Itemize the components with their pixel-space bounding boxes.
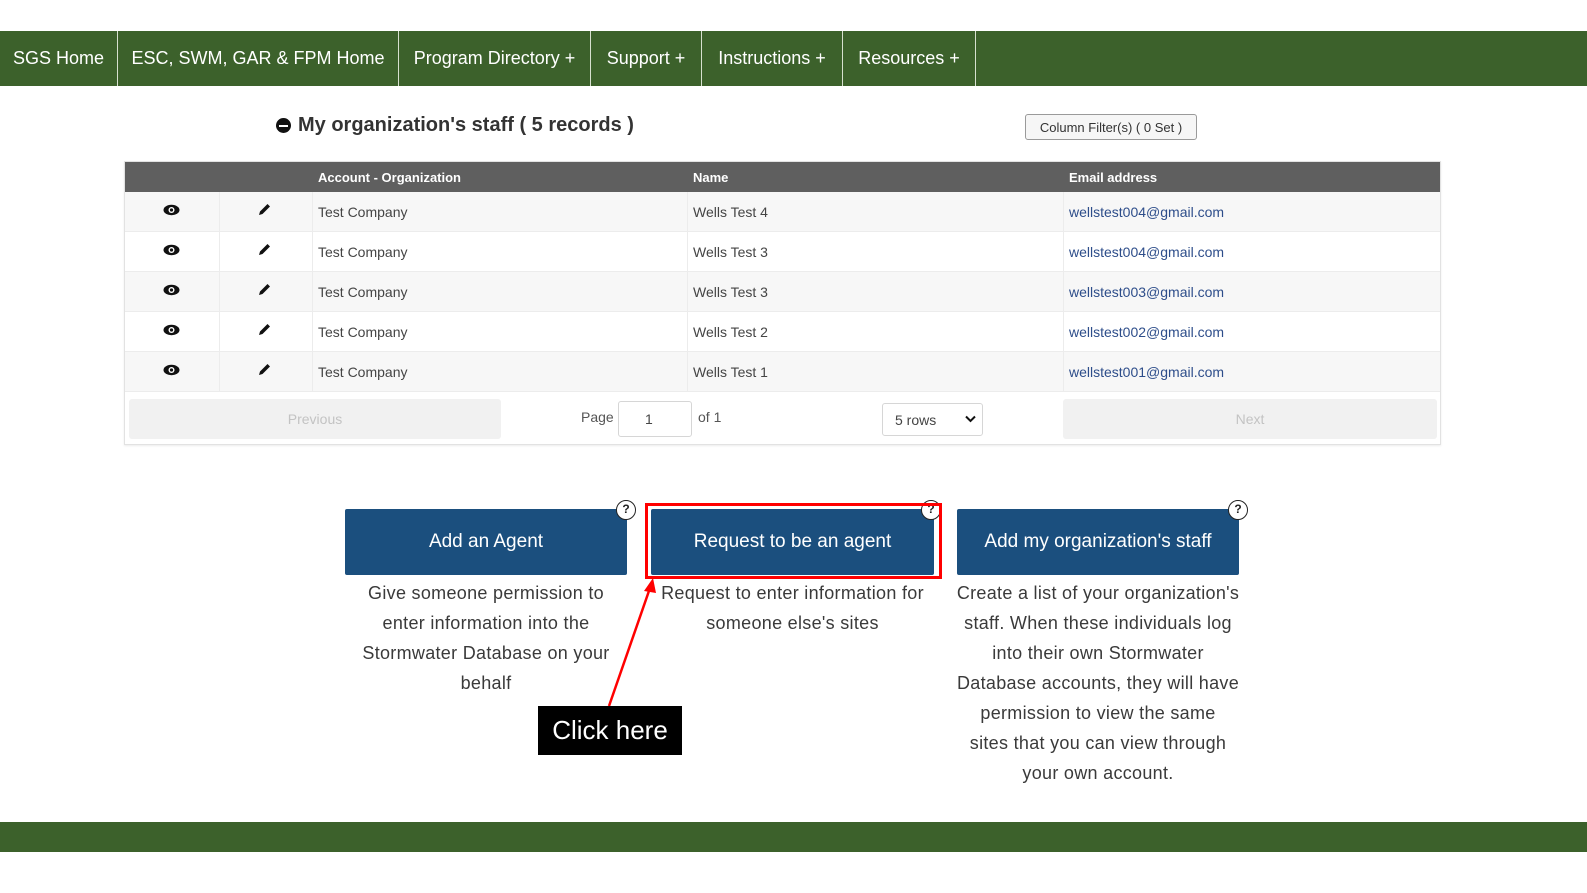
page-label: Page — [581, 409, 614, 425]
nav-support[interactable]: Support + — [591, 31, 702, 86]
cell-account-organization: Test Company — [318, 204, 408, 220]
add-staff-description: Create a list of your organization's sta… — [956, 583, 1240, 783]
cell-account-organization: Test Company — [318, 364, 408, 380]
nav-instructions[interactable]: Instructions + — [702, 31, 843, 86]
table-row: Test Company Wells Test 3 wellstest003@g… — [125, 272, 1440, 312]
footer-bar — [0, 822, 1587, 852]
pencil-icon[interactable] — [257, 282, 272, 297]
cell-account-organization: Test Company — [318, 324, 408, 340]
chevron-down-icon — [965, 415, 976, 423]
table-row: Test Company Wells Test 1 wellstest001@g… — [125, 352, 1440, 392]
cell-email[interactable]: wellstest002@gmail.com — [1069, 312, 1224, 352]
page-number-input[interactable] — [618, 401, 692, 437]
cell-account-organization: Test Company — [318, 284, 408, 300]
request-agent-button[interactable]: Request to be an agent — [651, 509, 934, 575]
nav-sgs-home[interactable]: SGS Home — [0, 31, 118, 86]
cell-name: Wells Test 2 — [693, 324, 768, 340]
eye-icon[interactable] — [163, 244, 180, 256]
table-header: Account - Organization Name Email addres… — [125, 162, 1440, 192]
nav-esc-swm-gar-fpm-home[interactable]: ESC, SWM, GAR & FPM Home — [118, 31, 399, 86]
pencil-icon[interactable] — [257, 242, 272, 257]
add-agent-button[interactable]: Add an Agent — [345, 509, 627, 575]
pencil-icon[interactable] — [257, 362, 272, 377]
collapse-icon[interactable] — [276, 118, 291, 133]
help-icon[interactable]: ? — [616, 500, 636, 520]
eye-icon[interactable] — [163, 364, 180, 376]
staff-section-header[interactable]: My organization's staff ( 5 records ) — [276, 114, 634, 137]
pencil-icon[interactable] — [257, 322, 272, 337]
table-row: Test Company Wells Test 4 wellstest004@g… — [125, 192, 1440, 232]
table-row: Test Company Wells Test 2 wellstest002@g… — [125, 312, 1440, 352]
eye-icon[interactable] — [163, 204, 180, 216]
cell-email[interactable]: wellstest003@gmail.com — [1069, 272, 1224, 312]
help-icon[interactable]: ? — [921, 500, 941, 520]
cell-email[interactable]: wellstest004@gmail.com — [1069, 192, 1224, 232]
cell-email[interactable]: wellstest001@gmail.com — [1069, 352, 1224, 392]
pagination: Previous Page of 1 5 rows Next — [125, 393, 1440, 444]
click-here-callout: Click here — [538, 706, 682, 755]
column-header-email[interactable]: Email address — [1069, 162, 1157, 192]
add-agent-description: Give someone permission to enter informa… — [362, 583, 610, 693]
rows-per-page-value: 5 rows — [895, 411, 937, 428]
previous-button[interactable]: Previous — [129, 399, 501, 439]
request-agent-description: Request to enter information for someone… — [661, 583, 924, 633]
page-count-label: of 1 — [698, 409, 722, 425]
rows-per-page-select[interactable]: 5 rows — [882, 403, 983, 436]
cell-name: Wells Test 1 — [693, 364, 768, 380]
staff-table: Account - Organization Name Email addres… — [124, 161, 1441, 445]
add-staff-button[interactable]: Add my organization's staff — [957, 509, 1239, 575]
next-button[interactable]: Next — [1063, 399, 1437, 439]
pencil-icon[interactable] — [257, 202, 272, 217]
nav-resources[interactable]: Resources + — [843, 31, 976, 86]
nav-program-directory[interactable]: Program Directory + — [399, 31, 591, 86]
cell-account-organization: Test Company — [318, 244, 408, 260]
column-header-account-organization[interactable]: Account - Organization — [318, 162, 461, 192]
arrow-icon — [607, 578, 656, 707]
column-filter-button[interactable]: Column Filter(s) ( 0 Set ) — [1025, 114, 1197, 140]
table-row: Test Company Wells Test 3 wellstest004@g… — [125, 232, 1440, 272]
top-nav: SGS Home ESC, SWM, GAR & FPM Home Progra… — [0, 31, 1587, 86]
help-icon[interactable]: ? — [1228, 500, 1248, 520]
eye-icon[interactable] — [163, 284, 180, 296]
eye-icon[interactable] — [163, 324, 180, 336]
cell-email[interactable]: wellstest004@gmail.com — [1069, 232, 1224, 272]
staff-section-title: My organization's staff ( 5 records ) — [298, 114, 634, 136]
cell-name: Wells Test 3 — [693, 284, 768, 300]
cell-name: Wells Test 4 — [693, 204, 768, 220]
column-header-name[interactable]: Name — [693, 162, 728, 192]
cell-name: Wells Test 3 — [693, 244, 768, 260]
